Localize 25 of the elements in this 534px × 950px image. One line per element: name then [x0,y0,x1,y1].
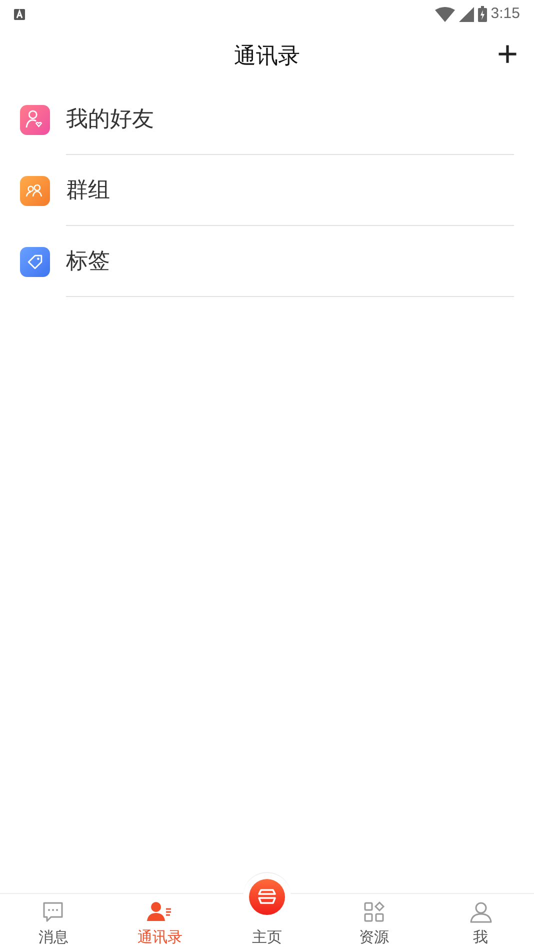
signal-icon [458,6,474,22]
tab[interactable]: 消息 [0,894,107,950]
tab[interactable]: 通讯录 [106,894,214,950]
tag-icon [20,246,50,276]
contact-category-item[interactable]: 我的好友 [0,84,534,155]
tab[interactable]: 主页 [214,872,320,950]
cloud-logo-icon [248,878,285,914]
item-label: 标签 [66,248,110,276]
battery-icon [478,6,487,22]
contact-category-item[interactable]: 标签 [0,226,534,297]
wifi-icon [434,6,455,22]
notification-icon [14,8,25,20]
grid-icon [362,900,386,924]
item-label: 我的好友 [66,106,154,134]
contact-category-item[interactable]: 群组 [0,155,534,226]
tab[interactable]: 资源 [320,894,428,950]
page-title: 通讯录 [234,42,300,70]
people-icon [20,176,50,206]
status-time: 3:15 [490,4,520,24]
item-label: 群组 [66,176,110,204]
add-button[interactable]: + [496,36,518,72]
chat-bubble-icon [41,900,66,924]
tab[interactable]: 我 [427,894,534,950]
person-icon [468,900,493,924]
contacts-icon [147,900,174,924]
